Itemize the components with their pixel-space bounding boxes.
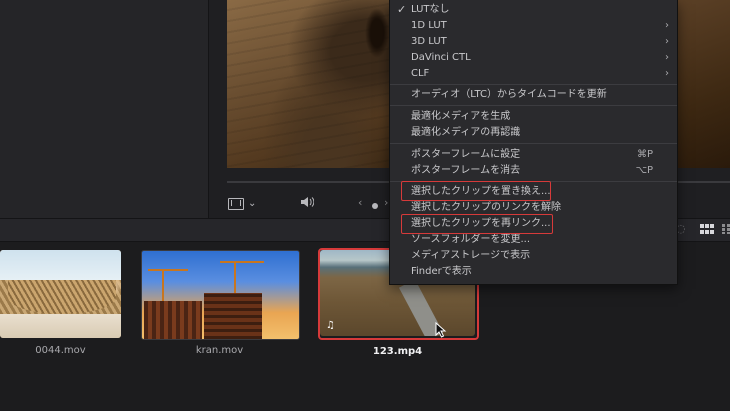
prev-icon[interactable]: ‹ — [358, 197, 362, 209]
clip-thumbnail[interactable]: 0044.mov — [0, 250, 121, 360]
next-icon[interactable]: › — [384, 197, 388, 209]
viewer-video-frame-edge — [675, 0, 730, 168]
viewer-video-frame — [227, 0, 390, 168]
menu-item-label: 3D LUT — [411, 36, 447, 47]
menu-item-label: ポスターフレームを消去 — [411, 165, 521, 176]
menu-item-shortcut: ⌘P — [636, 149, 653, 160]
highlight-box-relink — [401, 214, 553, 234]
menu-item-label: 最適化メディアを生成 — [411, 111, 511, 122]
menu-item-davinci-ctl[interactable]: DaVinci CTL › — [390, 50, 677, 66]
submenu-arrow-icon: › — [665, 52, 669, 63]
menu-item-label: DaVinci CTL — [411, 52, 471, 63]
menu-item-label: Finderで表示 — [411, 266, 472, 277]
clip-image[interactable] — [0, 250, 121, 338]
film-icon[interactable] — [228, 198, 244, 210]
menu-item-3d-lut[interactable]: 3D LUT › — [390, 34, 677, 50]
submenu-arrow-icon: › — [665, 36, 669, 47]
menu-item-label: ソースフォルダーを変更... — [411, 234, 531, 245]
menu-item-shortcut: ⌥P — [635, 165, 653, 176]
menu-item-generate-optimized[interactable]: 最適化メディアを生成 — [390, 109, 677, 125]
submenu-arrow-icon: › — [665, 20, 669, 31]
menu-item-no-lut[interactable]: ✓ LUTなし — [390, 2, 677, 18]
menu-item-label: LUTなし — [411, 4, 450, 15]
clip-image[interactable] — [141, 250, 300, 340]
list-view-icon[interactable] — [722, 224, 730, 234]
menu-item-1d-lut[interactable]: 1D LUT › — [390, 18, 677, 34]
menu-item-label: メディアストレージで表示 — [411, 250, 531, 261]
menu-item-relink-optimized[interactable]: 最適化メディアの再認識 — [390, 125, 677, 141]
left-panel — [0, 0, 209, 218]
clip-name: 0044.mov — [35, 345, 86, 356]
music-note-icon: ♫ — [326, 320, 335, 331]
menu-separator — [390, 105, 677, 106]
menu-item-update-timecode[interactable]: オーディオ（LTC）からタイムコードを更新 — [390, 87, 677, 103]
menu-item-clear-poster-frame[interactable]: ポスターフレームを消去 ⌥P — [390, 163, 677, 179]
volume-icon[interactable] — [300, 196, 315, 210]
chevron-down-icon[interactable]: ⌄ — [248, 198, 256, 210]
menu-item-label: オーディオ（LTC）からタイムコードを更新 — [411, 89, 607, 100]
menu-separator — [390, 84, 677, 85]
clip-name: 123.mp4 — [372, 346, 423, 357]
menu-item-set-poster-frame[interactable]: ポスターフレームに設定 ⌘P — [390, 147, 677, 163]
menu-separator — [390, 143, 677, 144]
menu-item-change-source-folder[interactable]: ソースフォルダーを変更... — [390, 232, 677, 248]
menu-item-label: CLF — [411, 68, 430, 79]
check-icon: ✓ — [397, 3, 407, 16]
menu-item-clf[interactable]: CLF › — [390, 66, 677, 82]
menu-item-label: 1D LUT — [411, 20, 447, 31]
submenu-arrow-icon: › — [665, 68, 669, 79]
menu-item-show-in-finder[interactable]: Finderで表示 — [390, 264, 677, 280]
menu-item-label: ポスターフレームに設定 — [411, 149, 521, 160]
context-menu: ✓ LUTなし 1D LUT › 3D LUT › DaVinci CTL › … — [389, 0, 678, 285]
dot-icon[interactable] — [372, 203, 378, 209]
menu-item-label: 最適化メディアの再認識 — [411, 127, 521, 138]
highlight-box-replace — [401, 181, 551, 201]
clip-thumbnail[interactable]: kran.mov — [141, 250, 300, 360]
clip-name: kran.mov — [195, 345, 244, 356]
menu-item-show-in-media-storage[interactable]: メディアストレージで表示 — [390, 248, 677, 264]
thumbnail-view-icon[interactable] — [700, 224, 714, 234]
